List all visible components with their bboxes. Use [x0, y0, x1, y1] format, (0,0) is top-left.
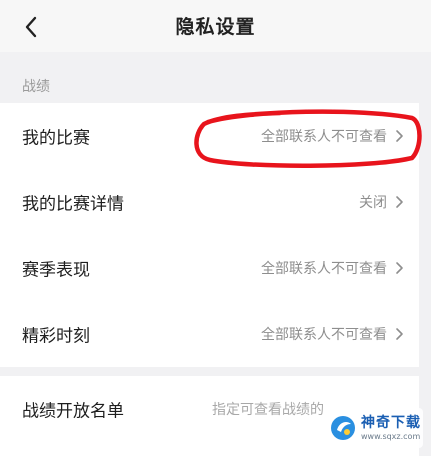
setting-row-highlights[interactable]: 精彩时刻 全部联系人不可查看 — [0, 301, 419, 367]
setting-value: 指定可查看战绩的 — [212, 402, 324, 418]
chevron-right-icon — [396, 196, 403, 208]
setting-row-match-details[interactable]: 我的比赛详情 关闭 — [0, 169, 419, 235]
section-header-record: 战绩 — [22, 79, 50, 95]
page-title: 隐私设置 — [175, 16, 256, 38]
setting-value: 全部联系人不可查看 — [261, 327, 387, 343]
chevron-right-icon — [396, 262, 403, 274]
privacy-settings-screen: 隐私设置 战绩 我的比赛 全部联系人不可查看 我的比赛详情 关闭 赛季表现 全部… — [0, 0, 431, 456]
watermark-name: 神奇下载 — [361, 414, 421, 431]
watermark-url: www.sqxz.com — [361, 431, 421, 441]
setting-value: 全部联系人不可查看 — [261, 261, 387, 277]
chevron-right-icon — [396, 130, 403, 142]
setting-row-season-performance[interactable]: 赛季表现 全部联系人不可查看 — [0, 235, 419, 301]
setting-row-my-matches[interactable]: 我的比赛 全部联系人不可查看 — [0, 103, 419, 169]
setting-label: 我的比赛 — [22, 128, 90, 149]
setting-value: 全部联系人不可查看 — [261, 129, 387, 145]
setting-label: 精彩时刻 — [22, 326, 90, 347]
watermark-logo-icon — [331, 416, 355, 440]
watermark-text: 神奇下载 www.sqxz.com — [361, 416, 421, 441]
navigation-bar: 隐私设置 — [0, 0, 431, 52]
setting-label: 战绩开放名单 — [22, 401, 124, 422]
chevron-right-icon — [396, 328, 403, 340]
setting-label: 我的比赛详情 — [22, 194, 124, 215]
settings-card: 我的比赛 全部联系人不可查看 我的比赛详情 关闭 赛季表现 全部联系人不可查看 … — [0, 103, 419, 367]
watermark: 神奇下载 www.sqxz.com — [327, 408, 423, 448]
setting-label: 赛季表现 — [22, 260, 90, 281]
setting-value: 关闭 — [359, 195, 387, 211]
